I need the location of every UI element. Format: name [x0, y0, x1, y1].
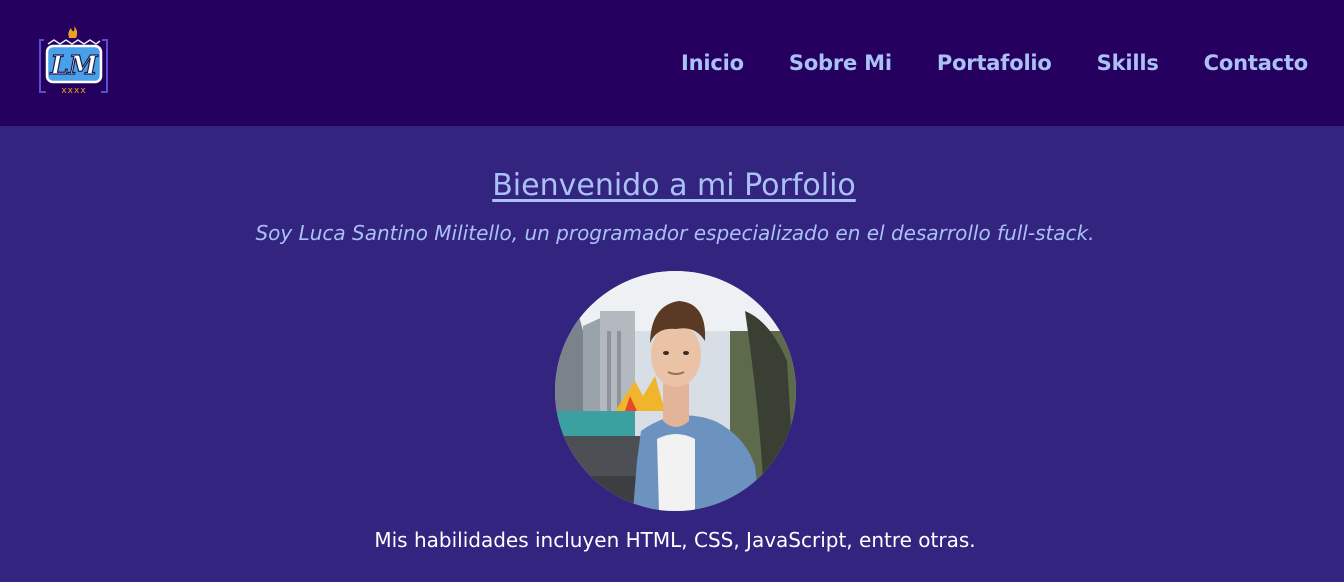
profile-photo: [555, 271, 796, 511]
nav-link-contacto[interactable]: Contacto: [1204, 48, 1309, 78]
svg-text:xxxx: xxxx: [61, 86, 86, 96]
site-header: LM xxxx Inicio Sobre Mi Portafolio Skill…: [0, 0, 1344, 126]
hero-section: Bienvenido a mi Porfolio Soy Luca Santin…: [0, 126, 1344, 582]
nav-link-portafolio[interactable]: Portafolio: [937, 48, 1052, 78]
page-title: Bienvenido a mi Porfolio: [492, 168, 856, 203]
logo[interactable]: LM xxxx: [38, 26, 110, 96]
skills-text: Mis habilidades incluyen HTML, CSS, Java…: [374, 528, 976, 552]
intro-subtitle: Soy Luca Santino Militello, un programad…: [255, 221, 1095, 245]
svg-text:LM: LM: [49, 51, 98, 81]
nav-link-inicio[interactable]: Inicio: [681, 48, 744, 78]
main-nav: Inicio Sobre Mi Portafolio Skills Contac…: [681, 48, 1308, 78]
nav-link-sobre-mi[interactable]: Sobre Mi: [789, 48, 892, 78]
logo-icon: LM xxxx: [39, 26, 108, 96]
nav-link-skills[interactable]: Skills: [1097, 48, 1159, 78]
